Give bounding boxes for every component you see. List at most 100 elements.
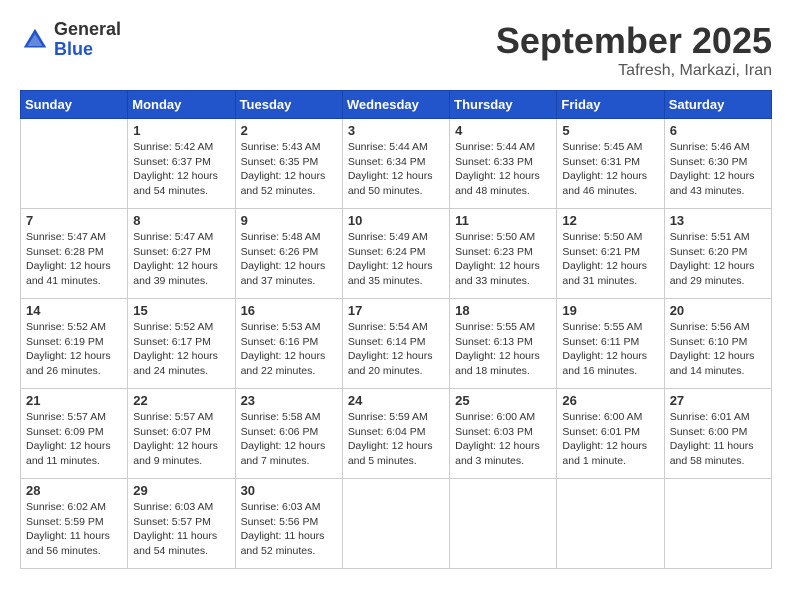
day-info: Sunrise: 5:55 AMSunset: 6:13 PMDaylight:… (455, 320, 551, 379)
day-number: 12 (562, 213, 658, 228)
day-number: 10 (348, 213, 444, 228)
calendar-cell: 14 Sunrise: 5:52 AMSunset: 6:19 PMDayligh… (21, 299, 128, 389)
day-info: Sunrise: 5:45 AMSunset: 6:31 PMDaylight:… (562, 140, 658, 199)
day-number: 16 (241, 303, 337, 318)
calendar-cell: 12 Sunrise: 5:50 AMSunset: 6:21 PMDayligh… (557, 209, 664, 299)
day-info: Sunrise: 5:49 AMSunset: 6:24 PMDaylight:… (348, 230, 444, 289)
day-info: Sunrise: 5:54 AMSunset: 6:14 PMDaylight:… (348, 320, 444, 379)
day-info: Sunrise: 5:50 AMSunset: 6:21 PMDaylight:… (562, 230, 658, 289)
header-day-saturday: Saturday (664, 91, 771, 119)
week-row-3: 14 Sunrise: 5:52 AMSunset: 6:19 PMDayligh… (21, 299, 772, 389)
day-number: 5 (562, 123, 658, 138)
calendar-cell: 13 Sunrise: 5:51 AMSunset: 6:20 PMDayligh… (664, 209, 771, 299)
day-number: 23 (241, 393, 337, 408)
day-info: Sunrise: 5:44 AMSunset: 6:34 PMDaylight:… (348, 140, 444, 199)
day-info: Sunrise: 5:52 AMSunset: 6:19 PMDaylight:… (26, 320, 122, 379)
day-number: 13 (670, 213, 766, 228)
day-info: Sunrise: 5:44 AMSunset: 6:33 PMDaylight:… (455, 140, 551, 199)
header-day-tuesday: Tuesday (235, 91, 342, 119)
calendar-cell (664, 479, 771, 569)
calendar-cell: 25 Sunrise: 6:00 AMSunset: 6:03 PMDayligh… (450, 389, 557, 479)
calendar-cell: 2 Sunrise: 5:43 AMSunset: 6:35 PMDaylight… (235, 119, 342, 209)
day-info: Sunrise: 6:00 AMSunset: 6:01 PMDaylight:… (562, 410, 658, 469)
day-info: Sunrise: 5:43 AMSunset: 6:35 PMDaylight:… (241, 140, 337, 199)
logo-text: General Blue (54, 20, 121, 60)
day-info: Sunrise: 5:53 AMSunset: 6:16 PMDaylight:… (241, 320, 337, 379)
header-day-wednesday: Wednesday (342, 91, 449, 119)
day-info: Sunrise: 5:57 AMSunset: 6:09 PMDaylight:… (26, 410, 122, 469)
day-info: Sunrise: 5:58 AMSunset: 6:06 PMDaylight:… (241, 410, 337, 469)
calendar-cell: 28 Sunrise: 6:02 AMSunset: 5:59 PMDayligh… (21, 479, 128, 569)
calendar-cell: 4Sunrise: 5:44 AMSunset: 6:33 PMDaylight… (450, 119, 557, 209)
calendar-cell: 22 Sunrise: 5:57 AMSunset: 6:07 PMDayligh… (128, 389, 235, 479)
calendar-cell: 10 Sunrise: 5:49 AMSunset: 6:24 PMDayligh… (342, 209, 449, 299)
location: Tafresh, Markazi, Iran (496, 62, 772, 80)
day-info: Sunrise: 5:48 AMSunset: 6:26 PMDaylight:… (241, 230, 337, 289)
day-number: 6 (670, 123, 766, 138)
calendar-cell: 3 Sunrise: 5:44 AMSunset: 6:34 PMDaylight… (342, 119, 449, 209)
day-number: 1 (133, 123, 229, 138)
calendar-cell: 21 Sunrise: 5:57 AMSunset: 6:09 PMDayligh… (21, 389, 128, 479)
calendar-cell: 29 Sunrise: 6:03 AMSunset: 5:57 PMDayligh… (128, 479, 235, 569)
day-info: Sunrise: 5:52 AMSunset: 6:17 PMDaylight:… (133, 320, 229, 379)
calendar-cell: 16 Sunrise: 5:53 AMSunset: 6:16 PMDayligh… (235, 299, 342, 389)
day-info: Sunrise: 5:51 AMSunset: 6:20 PMDaylight:… (670, 230, 766, 289)
header-row: SundayMondayTuesdayWednesdayThursdayFrid… (21, 91, 772, 119)
calendar-cell: 8 Sunrise: 5:47 AMSunset: 6:27 PMDaylight… (128, 209, 235, 299)
day-number: 3 (348, 123, 444, 138)
day-number: 28 (26, 483, 122, 498)
calendar-cell: 26 Sunrise: 6:00 AMSunset: 6:01 PMDayligh… (557, 389, 664, 479)
logo: General Blue (20, 20, 121, 60)
header-day-monday: Monday (128, 91, 235, 119)
page-header: General Blue September 2025 Tafresh, Mar… (20, 20, 772, 80)
day-info: Sunrise: 6:02 AMSunset: 5:59 PMDaylight:… (26, 500, 122, 559)
title-block: September 2025 Tafresh, Markazi, Iran (496, 20, 772, 80)
day-info: Sunrise: 6:03 AMSunset: 5:57 PMDaylight:… (133, 500, 229, 559)
week-row-1: 1 Sunrise: 5:42 AMSunset: 6:37 PMDaylight… (21, 119, 772, 209)
calendar-cell: 11Sunrise: 5:50 AMSunset: 6:23 PMDayligh… (450, 209, 557, 299)
day-info: Sunrise: 5:46 AMSunset: 6:30 PMDaylight:… (670, 140, 766, 199)
day-number: 21 (26, 393, 122, 408)
day-number: 8 (133, 213, 229, 228)
day-number: 14 (26, 303, 122, 318)
calendar-cell: 5 Sunrise: 5:45 AMSunset: 6:31 PMDaylight… (557, 119, 664, 209)
day-number: 18 (455, 303, 551, 318)
calendar-cell: 17 Sunrise: 5:54 AMSunset: 6:14 PMDayligh… (342, 299, 449, 389)
calendar-cell: 27Sunrise: 6:01 AMSunset: 6:00 PMDayligh… (664, 389, 771, 479)
day-number: 24 (348, 393, 444, 408)
calendar-cell: 30Sunrise: 6:03 AMSunset: 5:56 PMDayligh… (235, 479, 342, 569)
day-number: 20 (670, 303, 766, 318)
day-info: Sunrise: 5:47 AMSunset: 6:27 PMDaylight:… (133, 230, 229, 289)
logo-blue: Blue (54, 40, 121, 60)
day-info: Sunrise: 5:50 AMSunset: 6:23 PMDaylight:… (455, 230, 551, 289)
day-info: Sunrise: 5:57 AMSunset: 6:07 PMDaylight:… (133, 410, 229, 469)
day-number: 17 (348, 303, 444, 318)
calendar-cell: 20Sunrise: 5:56 AMSunset: 6:10 PMDayligh… (664, 299, 771, 389)
day-number: 22 (133, 393, 229, 408)
week-row-4: 21 Sunrise: 5:57 AMSunset: 6:09 PMDayligh… (21, 389, 772, 479)
day-info: Sunrise: 6:00 AMSunset: 6:03 PMDaylight:… (455, 410, 551, 469)
day-number: 19 (562, 303, 658, 318)
week-row-5: 28 Sunrise: 6:02 AMSunset: 5:59 PMDayligh… (21, 479, 772, 569)
calendar-cell (557, 479, 664, 569)
month-title: September 2025 (496, 20, 772, 62)
day-info: Sunrise: 6:01 AMSunset: 6:00 PMDaylight:… (670, 410, 766, 469)
day-number: 2 (241, 123, 337, 138)
day-info: Sunrise: 5:42 AMSunset: 6:37 PMDaylight:… (133, 140, 229, 199)
calendar-cell (21, 119, 128, 209)
day-number: 29 (133, 483, 229, 498)
day-info: Sunrise: 5:47 AMSunset: 6:28 PMDaylight:… (26, 230, 122, 289)
day-info: Sunrise: 5:55 AMSunset: 6:11 PMDaylight:… (562, 320, 658, 379)
day-info: Sunrise: 6:03 AMSunset: 5:56 PMDaylight:… (241, 500, 337, 559)
calendar-cell: 24 Sunrise: 5:59 AMSunset: 6:04 PMDayligh… (342, 389, 449, 479)
day-info: Sunrise: 5:59 AMSunset: 6:04 PMDaylight:… (348, 410, 444, 469)
header-day-sunday: Sunday (21, 91, 128, 119)
calendar-cell: 18 Sunrise: 5:55 AMSunset: 6:13 PMDayligh… (450, 299, 557, 389)
calendar-cell (450, 479, 557, 569)
calendar-cell: 6 Sunrise: 5:46 AMSunset: 6:30 PMDaylight… (664, 119, 771, 209)
logo-icon (20, 25, 50, 55)
day-number: 25 (455, 393, 551, 408)
calendar-cell: 19 Sunrise: 5:55 AMSunset: 6:11 PMDayligh… (557, 299, 664, 389)
day-number: 26 (562, 393, 658, 408)
calendar-cell: 1 Sunrise: 5:42 AMSunset: 6:37 PMDaylight… (128, 119, 235, 209)
